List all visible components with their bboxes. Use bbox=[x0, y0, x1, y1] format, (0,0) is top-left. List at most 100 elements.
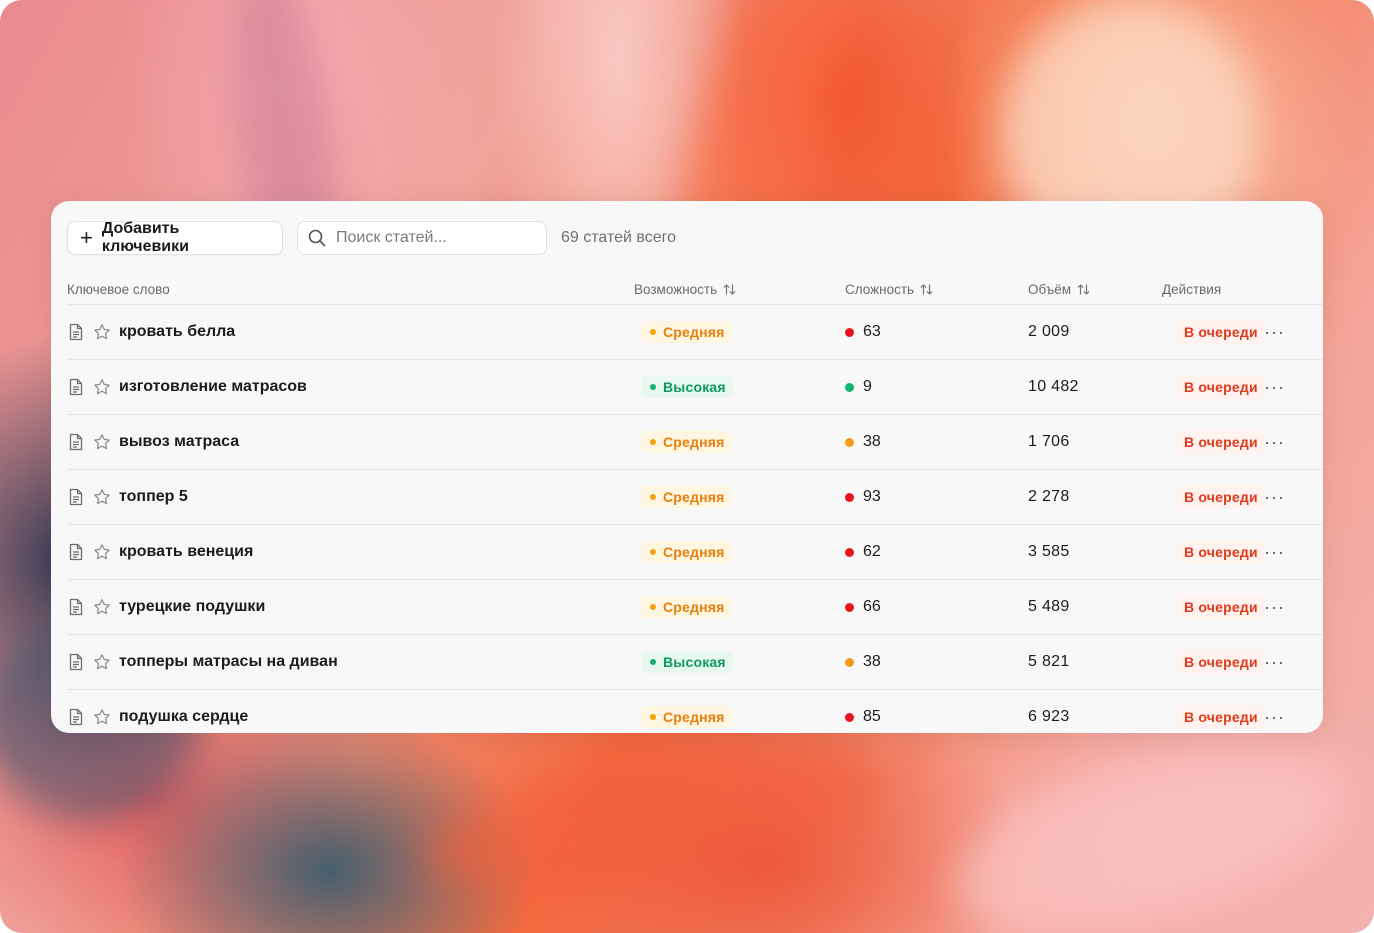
badge-dot bbox=[650, 659, 656, 665]
more-options-button[interactable]: ··· bbox=[1264, 470, 1285, 524]
volume-value: 5 821 bbox=[1028, 653, 1070, 670]
table-row[interactable]: вывоз матраса Средняя 38 1 706 В очереди… bbox=[67, 415, 1323, 470]
difficulty-dot bbox=[845, 712, 854, 722]
document-icon[interactable] bbox=[68, 543, 84, 561]
sort-icon[interactable] bbox=[920, 283, 933, 296]
document-icon[interactable] bbox=[68, 598, 84, 616]
column-label: Действия bbox=[1162, 281, 1222, 297]
plus-icon: + bbox=[80, 225, 93, 250]
table-body: кровать белла Средняя 63 2 009 В очереди… bbox=[67, 305, 1323, 733]
status-badge[interactable]: В очереди bbox=[1177, 320, 1265, 344]
status-badge[interactable]: В очереди bbox=[1177, 375, 1265, 399]
more-icon: ··· bbox=[1264, 596, 1285, 617]
total-count: 69 статей всего bbox=[561, 229, 676, 246]
star-icon[interactable] bbox=[93, 378, 111, 396]
more-options-button[interactable]: ··· bbox=[1264, 415, 1285, 469]
star-icon[interactable] bbox=[93, 598, 111, 616]
more-icon: ··· bbox=[1264, 706, 1285, 727]
star-icon[interactable] bbox=[93, 653, 111, 671]
difficulty-dot bbox=[845, 437, 854, 447]
volume-cell: 5 489 bbox=[1028, 580, 1070, 634]
table-row[interactable]: изготовление матрасов Высокая 9 10 482 В… bbox=[67, 360, 1323, 415]
difficulty-cell: 66 bbox=[845, 580, 881, 634]
column-header-difficulty[interactable]: Сложность bbox=[845, 274, 933, 304]
badge-dot bbox=[650, 549, 656, 555]
actions-cell: В очереди bbox=[1177, 635, 1265, 689]
more-options-button[interactable]: ··· bbox=[1264, 360, 1285, 414]
status-badge[interactable]: В очереди bbox=[1177, 595, 1265, 619]
opportunity-cell: Средняя bbox=[641, 580, 732, 634]
more-icon: ··· bbox=[1264, 376, 1285, 397]
keyword-text: изготовление матрасов bbox=[119, 378, 307, 395]
background-streak bbox=[413, 720, 887, 920]
difficulty-value: 9 bbox=[863, 378, 872, 395]
volume-value: 3 585 bbox=[1028, 543, 1070, 560]
difficulty-cell: 62 bbox=[845, 525, 881, 579]
opportunity-text: Средняя bbox=[663, 709, 725, 725]
column-label: Объём bbox=[1028, 281, 1072, 297]
more-options-button[interactable]: ··· bbox=[1264, 635, 1285, 689]
volume-value: 1 706 bbox=[1028, 433, 1070, 450]
document-icon[interactable] bbox=[68, 708, 84, 726]
more-options-button[interactable]: ··· bbox=[1264, 305, 1285, 359]
actions-cell: В очереди bbox=[1177, 360, 1265, 414]
status-badge[interactable]: В очереди bbox=[1177, 705, 1265, 729]
status-badge[interactable]: В очереди bbox=[1177, 485, 1265, 509]
star-icon[interactable] bbox=[93, 323, 111, 341]
keyword-cell: кровать венеция bbox=[67, 525, 253, 579]
table-row[interactable]: подушка сердце Средняя 85 6 923 В очеред… bbox=[67, 690, 1323, 733]
star-icon[interactable] bbox=[93, 488, 111, 506]
keyword-text: топпер 5 bbox=[119, 488, 188, 505]
badge-dot bbox=[650, 604, 656, 610]
difficulty-value: 85 bbox=[863, 708, 881, 725]
opportunity-badge: Средняя bbox=[641, 596, 732, 618]
document-icon[interactable] bbox=[68, 653, 84, 671]
more-icon: ··· bbox=[1264, 321, 1285, 342]
status-badge[interactable]: В очереди bbox=[1177, 540, 1265, 564]
keyword-cell: турецкие подушки bbox=[67, 580, 265, 634]
volume-value: 5 489 bbox=[1028, 598, 1070, 615]
column-label: Ключевое слово bbox=[67, 281, 170, 297]
sort-icon[interactable] bbox=[723, 283, 736, 296]
document-icon[interactable] bbox=[68, 378, 84, 396]
keyword-cell: кровать белла bbox=[67, 305, 235, 359]
document-icon[interactable] bbox=[68, 488, 84, 506]
difficulty-value: 62 bbox=[863, 543, 881, 560]
column-header-opportunity[interactable]: Возможность bbox=[634, 274, 736, 304]
add-keywords-label: Добавить ключевики bbox=[101, 220, 189, 255]
badge-dot bbox=[650, 439, 656, 445]
table-row[interactable]: топперы матрасы на диван Высокая 38 5 82… bbox=[67, 635, 1323, 690]
difficulty-dot bbox=[845, 492, 854, 502]
search-input[interactable] bbox=[334, 228, 538, 248]
sort-icon[interactable] bbox=[1077, 283, 1090, 296]
document-icon[interactable] bbox=[68, 323, 84, 341]
status-badge[interactable]: В очереди bbox=[1177, 430, 1265, 454]
keyword-cell: топперы матрасы на диван bbox=[67, 635, 338, 689]
star-icon[interactable] bbox=[93, 708, 111, 726]
difficulty-dot bbox=[845, 547, 854, 557]
more-options-button[interactable]: ··· bbox=[1264, 580, 1285, 634]
opportunity-badge: Средняя bbox=[641, 706, 732, 728]
column-header-volume[interactable]: Объём bbox=[1028, 274, 1090, 304]
difficulty-cell: 9 bbox=[845, 360, 872, 414]
opportunity-text: Высокая bbox=[663, 379, 726, 395]
more-options-button[interactable]: ··· bbox=[1264, 525, 1285, 579]
table-row[interactable]: топпер 5 Средняя 93 2 278 В очереди ··· bbox=[67, 470, 1323, 525]
table-row[interactable]: кровать белла Средняя 63 2 009 В очереди… bbox=[67, 305, 1323, 360]
search-box[interactable] bbox=[297, 221, 547, 255]
star-icon[interactable] bbox=[93, 543, 111, 561]
document-icon[interactable] bbox=[68, 433, 84, 451]
opportunity-text: Средняя bbox=[663, 434, 725, 450]
table-row[interactable]: турецкие подушки Средняя 66 5 489 В очер… bbox=[67, 580, 1323, 635]
keyword-text: кровать белла bbox=[119, 323, 236, 340]
status-badge[interactable]: В очереди bbox=[1177, 650, 1265, 674]
star-icon[interactable] bbox=[93, 433, 111, 451]
table-header: Ключевое слово Возможность Сложность Объ… bbox=[67, 274, 1323, 305]
difficulty-cell: 85 bbox=[845, 690, 881, 733]
table-row[interactable]: кровать венеция Средняя 62 3 585 В очере… bbox=[67, 525, 1323, 580]
volume-cell: 1 706 bbox=[1028, 415, 1070, 469]
keyword-cell: топпер 5 bbox=[67, 470, 188, 524]
add-keywords-button[interactable]: + Добавить ключевики bbox=[67, 220, 283, 255]
opportunity-badge: Высокая bbox=[641, 376, 733, 398]
more-options-button[interactable]: ··· bbox=[1264, 690, 1285, 733]
